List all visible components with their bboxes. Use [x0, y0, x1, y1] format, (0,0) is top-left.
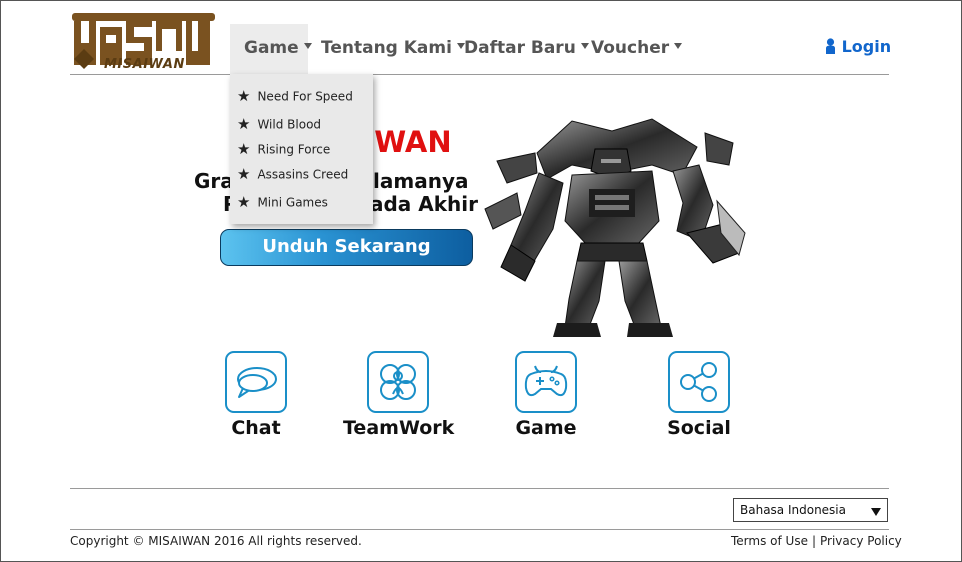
nav-item-tentang-kami[interactable]: Tentang Kami: [321, 38, 465, 58]
copyright-text: Copyright © MISAIWAN 2016 All rights res…: [70, 534, 362, 548]
feature-teamwork[interactable]: TeamWork: [343, 351, 455, 439]
nav-item-game[interactable]: Game: [244, 38, 312, 58]
logo-text: MISAIWAN: [104, 57, 185, 72]
dropdown-item-label: Assasins Creed: [257, 167, 349, 182]
nav-item-daftar-baru[interactable]: Daftar Baru: [464, 38, 589, 58]
footer-divider-top: [70, 488, 889, 489]
dropdown-item-label: Wild Blood: [257, 117, 322, 132]
language-select[interactable]: Bahasa Indonesia: [733, 498, 888, 522]
nav-item-label: Voucher: [591, 38, 670, 58]
dropdown-item-assasins-creed[interactable]: ★ Assasins Creed: [237, 165, 349, 184]
header-divider: [70, 74, 889, 75]
star-icon: ★: [237, 140, 251, 158]
caret-down-icon: [303, 43, 312, 49]
robot-illustration: [477, 113, 747, 339]
page-frame: MISAIWAN Game Tentang Kami Daftar Baru V…: [0, 0, 962, 562]
game-dropdown-menu: ★ Need For Speed ★ Wild Blood ★ Rising Forc…: [230, 74, 373, 224]
nav-item-label: Daftar Baru: [464, 38, 576, 58]
feature-game[interactable]: Game: [491, 351, 601, 439]
terms-of-use-link[interactable]: Terms of Use: [731, 534, 808, 548]
feature-label: Game: [515, 417, 577, 439]
user-icon: [826, 37, 835, 54]
star-icon: ★: [237, 193, 251, 211]
privacy-policy-link[interactable]: Privacy Policy: [820, 534, 902, 548]
caret-down-icon: [674, 43, 683, 49]
dropdown-item-need-for-speed[interactable]: ★ Need For Speed: [237, 87, 353, 106]
site-logo[interactable]: MISAIWAN: [72, 13, 215, 73]
dropdown-item-label: Need For Speed: [257, 89, 353, 104]
feature-label: Social: [667, 417, 731, 439]
dropdown-item-mini-games[interactable]: ★ Mini Games: [237, 193, 328, 212]
feature-label: TeamWork: [343, 417, 455, 439]
dropdown-item-label: Mini Games: [257, 195, 328, 210]
dropdown-item-wild-blood[interactable]: ★ Wild Blood: [237, 115, 322, 134]
teamwork-icon: [367, 351, 429, 413]
language-select-value: Bahasa Indonesia: [740, 503, 846, 517]
nav-item-label: Game: [244, 38, 299, 58]
triangle-down-icon: [871, 508, 881, 516]
star-icon: ★: [237, 115, 251, 133]
footer-links: Terms of Use | Privacy Policy: [731, 534, 902, 548]
footer-divider-bottom: [70, 529, 889, 530]
download-button[interactable]: Unduh Sekarang: [220, 229, 473, 266]
login-link[interactable]: Login: [825, 37, 891, 56]
nav-item-label: Tentang Kami: [321, 38, 452, 58]
dropdown-item-rising-force[interactable]: ★ Rising Force: [237, 140, 331, 159]
feature-label: Chat: [231, 417, 281, 439]
nav-item-voucher[interactable]: Voucher: [591, 38, 683, 58]
gamepad-icon: [515, 351, 577, 413]
chat-icon: [225, 351, 287, 413]
login-label: Login: [841, 37, 892, 56]
share-icon: [668, 351, 730, 413]
star-icon: ★: [237, 165, 251, 183]
dropdown-item-label: Rising Force: [257, 142, 331, 157]
caret-down-icon: [580, 43, 589, 49]
feature-social[interactable]: Social: [644, 351, 754, 439]
feature-chat[interactable]: Chat: [201, 351, 311, 439]
footer-link-separator: |: [811, 534, 816, 548]
star-icon: ★: [237, 87, 251, 105]
